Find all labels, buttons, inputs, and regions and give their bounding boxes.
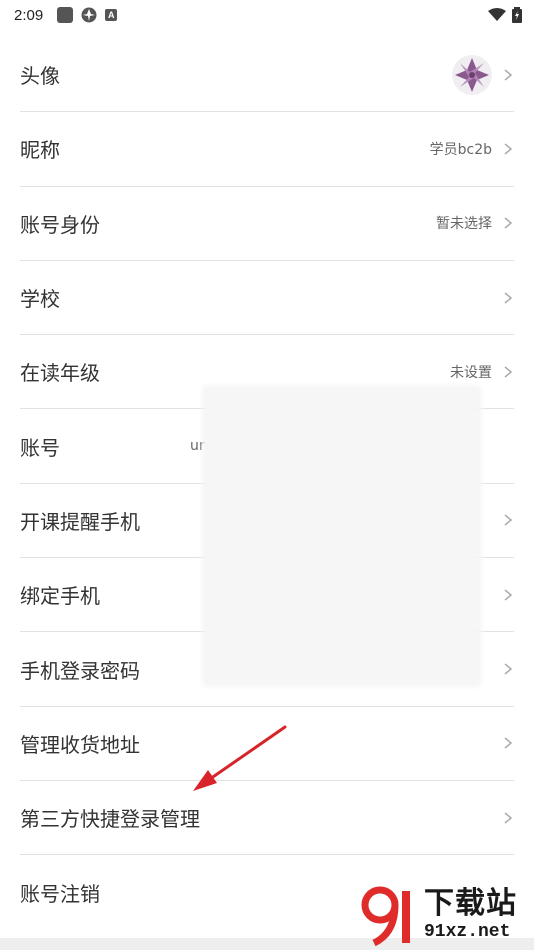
row-value: 学员bc2b	[429, 141, 492, 158]
row-label: 管理收货地址	[20, 732, 140, 757]
chevron-right-icon	[504, 812, 513, 824]
row-label: 学校	[20, 287, 60, 312]
row-label: 昵称	[20, 138, 60, 163]
watermark-bottom-text: 91xz.net	[424, 922, 511, 942]
battery-icon	[512, 7, 522, 23]
row-manage-address[interactable]: 管理收货地址	[20, 707, 514, 781]
row-value: 暂未选择	[436, 216, 492, 233]
chevron-right-icon	[504, 217, 513, 229]
status-time: 2:09	[14, 6, 44, 24]
status-bar: 2:09 A	[0, 0, 534, 30]
avatar[interactable]	[452, 54, 492, 95]
chevron-right-icon	[504, 143, 513, 155]
watermark-top-text: 下载站	[424, 886, 517, 921]
row-label: 账号身份	[20, 212, 100, 237]
chevron-right-icon	[504, 69, 513, 81]
row-avatar[interactable]: 头像	[20, 38, 514, 113]
aperture-icon	[81, 7, 97, 23]
wifi-icon	[488, 8, 506, 21]
row-label: 在读年级	[20, 361, 100, 386]
chevron-right-icon	[504, 737, 513, 749]
row-account-identity[interactable]: 账号身份 暂未选择	[20, 187, 514, 261]
row-label: 头像	[20, 64, 60, 89]
chevron-right-icon	[504, 589, 513, 601]
chevron-right-icon	[504, 366, 513, 378]
privacy-blur-overlay	[202, 385, 482, 687]
app-a-icon: A	[105, 9, 118, 21]
row-third-party-login[interactable]: 第三方快捷登录管理	[20, 781, 514, 856]
watermark-logo-icon	[361, 886, 410, 947]
row-nickname[interactable]: 昵称 学员bc2b	[20, 112, 514, 187]
row-value: 未设置	[450, 364, 492, 381]
row-school[interactable]: 学校	[20, 261, 514, 336]
profile-settings-screen: 2:09 A 头像 昵称 学员bc2b 账号身份 暂未选择 学校 在读年级 未设…	[0, 0, 534, 950]
star-avatar-icon	[455, 57, 489, 92]
watermark: 下载站 91xz.net	[360, 880, 534, 950]
row-label: 第三方快捷登录管理	[20, 807, 200, 832]
notification-square-icon	[57, 7, 74, 23]
chevron-right-icon	[504, 291, 513, 304]
chevron-right-icon	[504, 663, 513, 675]
chevron-right-icon	[504, 514, 513, 526]
